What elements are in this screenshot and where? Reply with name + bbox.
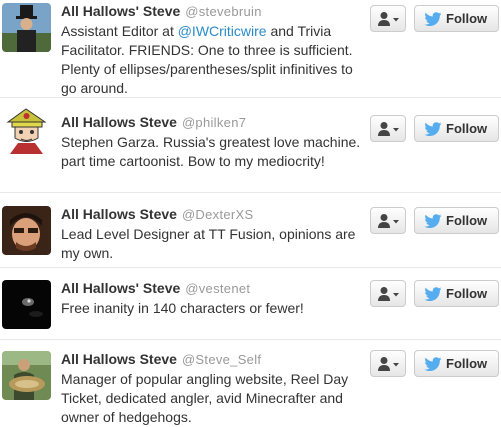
user-name[interactable]: All Hallows Steve [61,114,177,130]
user-bio: Stephen Garza. Russia's greatest love ma… [61,134,361,169]
follow-button[interactable]: Follow [414,115,499,142]
user-bio: Free inanity in 140 characters or fewer! [61,300,304,316]
list-item: All Hallows Steve @philken7 Stephen Garza… [0,98,501,193]
user-name[interactable]: All Hallows' Steve [61,280,180,296]
user-handle[interactable]: @philken7 [182,115,246,130]
user-name[interactable]: All Hallows Steve [61,206,177,222]
twitter-bird-icon [424,287,442,301]
twitter-bird-icon [424,357,442,371]
twitter-bird-icon [424,12,442,26]
name-line: All Hallows' Steve @stevebruin [61,3,262,21]
avatar[interactable] [2,105,51,154]
user-handle[interactable]: @stevebruin [185,4,261,19]
user-actions-button[interactable] [370,350,406,377]
avatar[interactable] [2,3,51,52]
avatar[interactable] [2,280,51,329]
follow-button[interactable]: Follow [414,350,499,377]
user-dropdown-icon [378,12,399,26]
list-item: All Hallows Steve @Steve_Self Manager of … [0,340,501,427]
user-name[interactable]: All Hallows' Steve [61,3,180,19]
follow-button[interactable]: Follow [414,207,499,234]
bio-text: Assistant Editor at [61,23,178,39]
follow-button[interactable]: Follow [414,280,499,307]
user-bio: Lead Level Designer at TT Fusion, opinio… [61,226,356,261]
follow-label: Follow [446,11,488,26]
list-item: All Hallows' Steve @stevebruin Assistant … [0,0,501,98]
user-actions-button[interactable] [370,280,406,307]
user-handle[interactable]: @Steve_Self [182,352,261,367]
user-actions-button[interactable] [370,5,406,32]
user-dropdown-icon [378,357,399,371]
follow-label: Follow [446,286,488,301]
user-list: All Hallows' Steve @stevebruin Assistant … [0,0,501,427]
user-dropdown-icon [378,287,399,301]
user-actions-button[interactable] [370,207,406,234]
name-line: All Hallows Steve @DexterXS [61,206,253,224]
twitter-bird-icon [424,122,442,136]
avatar[interactable] [2,351,51,400]
bio-mention-link[interactable]: @IWCriticwire [178,23,267,39]
follow-label: Follow [446,213,488,228]
user-name[interactable]: All Hallows Steve [61,351,177,367]
user-dropdown-icon [378,214,399,228]
user-handle[interactable]: @DexterXS [182,207,254,222]
user-bio: Assistant Editor at @IWCriticwire and Tr… [61,22,361,98]
name-line: All Hallows' Steve @vestenet [61,280,250,298]
avatar[interactable] [2,206,51,255]
follow-label: Follow [446,356,488,371]
list-item: All Hallows Steve @DexterXS Lead Level De… [0,193,501,268]
name-line: All Hallows Steve @Steve_Self [61,351,261,369]
user-handle[interactable]: @vestenet [185,281,250,296]
name-line: All Hallows Steve @philken7 [61,114,246,132]
follow-label: Follow [446,121,488,136]
list-item: All Hallows' Steve @vestenet Free inanity… [0,268,501,340]
user-bio: Manager of popular angling website, Reel… [61,371,349,425]
user-actions-button[interactable] [370,115,406,142]
twitter-bird-icon [424,214,442,228]
user-dropdown-icon [378,122,399,136]
follow-button[interactable]: Follow [414,5,499,32]
